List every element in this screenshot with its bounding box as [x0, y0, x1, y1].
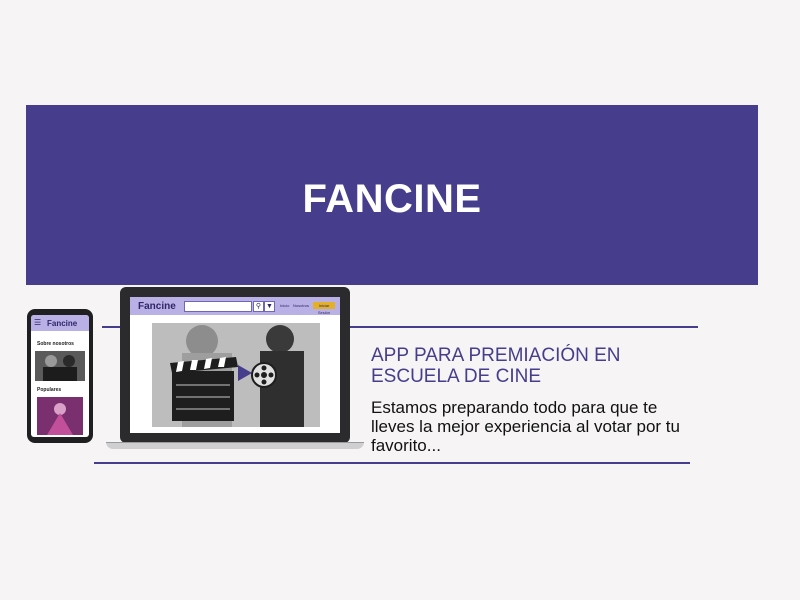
app-logo: Fancine [138, 301, 176, 312]
phone-app-header: ☰ Fancine [31, 315, 89, 331]
filter-icon: ▼ [264, 301, 275, 312]
headline: APP PARA PREMIACIÓN EN ESCUELA DE CINE [371, 345, 621, 387]
clapperboard-icon [170, 357, 238, 421]
phone-screen: ☰ Fancine Sobre nosotros Populares [31, 315, 89, 437]
description-text: Estamos preparando todo para que te llev… [371, 398, 680, 455]
film-promo-photo [152, 323, 320, 427]
search-icon: ⚲ [253, 301, 264, 312]
film-reel-icon [251, 362, 277, 388]
app-search-input [184, 301, 252, 312]
app-login-button: Iniciar Sesión [313, 302, 335, 315]
laptop-base [106, 442, 364, 449]
hero-title: FANCINE [302, 176, 482, 221]
popular-image [37, 397, 83, 435]
hero-banner: FANCINE [26, 105, 758, 285]
phone-section-title: Populares [37, 387, 62, 393]
app-nav-link: Nosotros [293, 303, 310, 308]
phone-section-title: Sobre nosotros [37, 341, 74, 347]
about-us-image [35, 351, 85, 381]
laptop-screen: Fancine ⚲ ▼ Inicio Nosotros Iniciar Sesi… [130, 297, 340, 433]
laptop-mockup: Fancine ⚲ ▼ Inicio Nosotros Iniciar Sesi… [120, 287, 350, 443]
film-clapper-illustration [152, 323, 320, 427]
menu-icon: ☰ [34, 318, 42, 327]
divider-bottom [94, 462, 690, 464]
phone-app-logo: Fancine [47, 319, 78, 328]
app-nav-link: Inicio [280, 303, 290, 308]
phone-mockup: ☰ Fancine Sobre nosotros Populares [27, 309, 93, 443]
app-header: Fancine ⚲ ▼ Inicio Nosotros Iniciar Sesi… [130, 297, 340, 315]
